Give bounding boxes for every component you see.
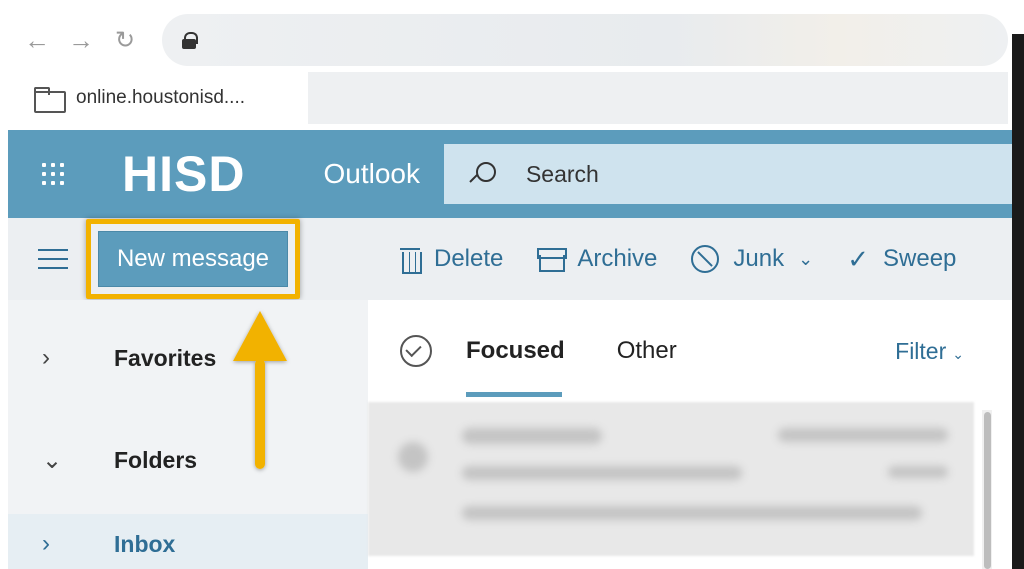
filter-button[interactable]: Filter ⌄ [895, 338, 964, 365]
app-header: HISD Outlook Search [8, 130, 1012, 218]
sidebar-item-folders[interactable]: ⌄ Folders [8, 438, 368, 482]
pointer-arrow-icon [233, 311, 287, 469]
sidebar-item-label: Folders [114, 446, 198, 473]
address-bar[interactable] [162, 14, 1008, 66]
archive-icon [537, 248, 568, 272]
blurred-message-item[interactable] [368, 402, 974, 556]
brand-logo[interactable]: HISD [122, 145, 245, 203]
forward-arrow-icon[interactable]: → [66, 25, 96, 55]
message-tabs: Focused Other Filter ⌄ [368, 300, 1008, 402]
tab-other[interactable]: Other [617, 337, 677, 365]
window-edge [1012, 34, 1024, 569]
junk-button[interactable]: Junk ⌄ [691, 245, 813, 273]
chevron-down-icon: ⌄ [798, 248, 814, 269]
delete-button[interactable]: Delete [400, 245, 504, 274]
block-icon [691, 245, 720, 273]
archive-label: Archive [577, 245, 658, 272]
tab-strip-empty [308, 72, 1008, 124]
back-arrow-icon[interactable]: ← [22, 25, 52, 55]
waffle-icon[interactable] [42, 163, 64, 185]
sidebar-item-label: Favorites [114, 344, 217, 371]
lock-icon [182, 32, 198, 49]
junk-label: Junk [733, 245, 785, 272]
browser-tab[interactable]: online.houstonisd.... [8, 72, 308, 124]
browser-toolbar: ← → ↻ [8, 8, 1008, 72]
sweep-button[interactable]: ✓ Sweep [847, 244, 956, 275]
sweep-label: Sweep [883, 245, 957, 272]
command-group: Delete Archive Junk ⌄ ✓ Sweep [400, 244, 956, 275]
search-placeholder: Search [525, 160, 599, 187]
chevron-right-icon: › [42, 344, 50, 371]
browser-tab-title: online.houstonisd.... [76, 87, 246, 108]
new-message-button[interactable]: New message [98, 231, 288, 287]
check-circle-icon[interactable] [400, 335, 432, 367]
message-list: Focused Other Filter ⌄ [368, 300, 1008, 569]
tab-focused[interactable]: Focused [466, 337, 565, 365]
search-icon [468, 160, 496, 188]
sidebar-item-inbox[interactable]: › Inbox [8, 514, 368, 569]
sidebar-item-label: Inbox [114, 530, 176, 557]
delete-label: Delete [434, 245, 504, 272]
archive-button[interactable]: Archive [537, 245, 657, 273]
broom-icon: ✓ [847, 243, 869, 274]
search-input[interactable]: Search [443, 144, 1012, 204]
scrollbar-thumb[interactable] [984, 412, 991, 569]
highlight-box: New message [86, 219, 300, 299]
reload-icon[interactable]: ↻ [110, 25, 140, 55]
chevron-down-icon: ⌄ [952, 345, 964, 362]
chevron-down-icon: ⌄ [42, 446, 63, 474]
active-tab-indicator [466, 392, 562, 397]
sidebar-item-favorites[interactable]: › Favorites [8, 336, 368, 380]
folder-icon [34, 87, 66, 113]
filter-label: Filter [895, 337, 947, 364]
folder-pane: › Favorites ⌄ Folders › Inbox [8, 300, 368, 569]
app-name[interactable]: Outlook [323, 158, 420, 190]
hamburger-icon[interactable] [38, 249, 68, 269]
command-bar: New message Delete Archive Junk ⌄ ✓ Swee… [8, 218, 1012, 300]
tab-strip: online.houstonisd.... [8, 72, 1008, 124]
chevron-right-icon: › [42, 530, 50, 557]
trash-icon [400, 246, 422, 274]
